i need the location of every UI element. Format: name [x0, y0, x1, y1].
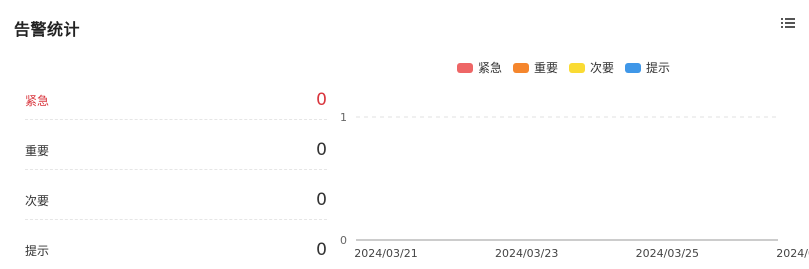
alarm-statistics-panel: 告警统计 紧急 0 重要 0 次要 0 提示 0 紧急 重要 次要 提示 0 1…: [0, 0, 809, 269]
x-tick-label: 2024/03/25: [636, 247, 699, 260]
y-tick-label: 0: [340, 234, 347, 247]
x-tick-label: 2024/03/21: [354, 247, 417, 260]
x-tick-label: 2024/03/27: [776, 247, 809, 260]
y-tick-label: 1: [340, 111, 347, 124]
alarm-trend-chart: 0 1 2024/03/21 2024/03/23 2024/03/25 2024/03/…: [340, 111, 809, 260]
x-tick-label: 2024/03/23: [495, 247, 558, 260]
